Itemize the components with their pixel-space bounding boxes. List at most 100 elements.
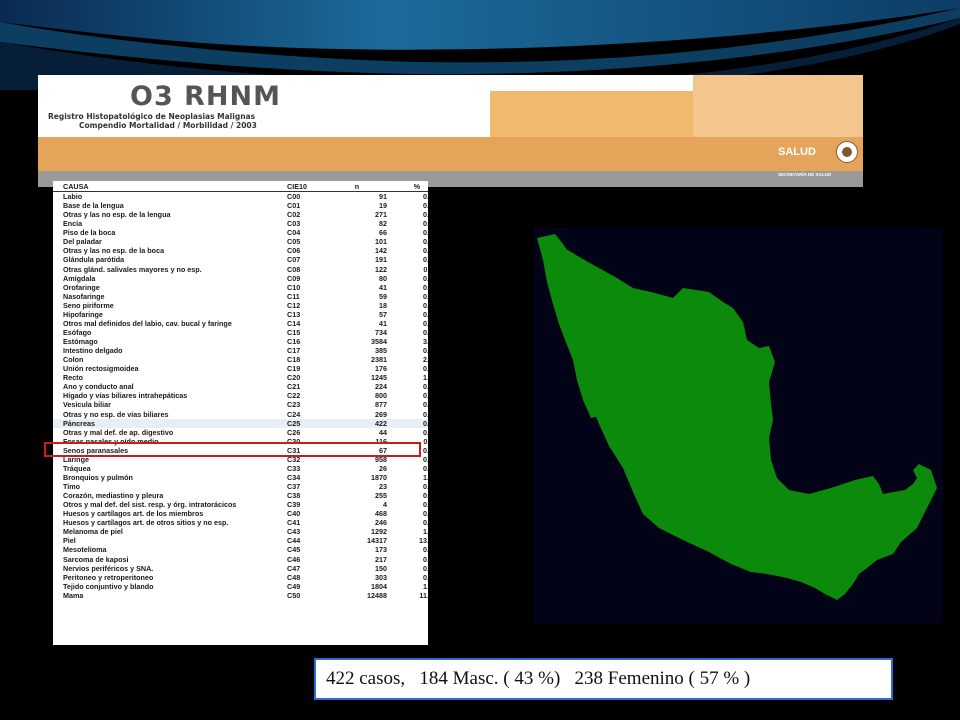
cell-n: 57 bbox=[379, 309, 387, 319]
cell-percent: 0.24 bbox=[423, 409, 428, 419]
table-row: Hígado y vías biliares intrahepáticas C22… bbox=[53, 391, 428, 400]
cell-n: 1870 bbox=[371, 472, 387, 482]
cell-cie10: C16 bbox=[287, 337, 301, 347]
cell-n: 91 bbox=[379, 192, 387, 202]
cell-n: 41 bbox=[379, 318, 387, 328]
table-row: Recto C20 1245 1.13 bbox=[53, 373, 428, 382]
cell-cie10: C40 bbox=[287, 509, 301, 519]
cell-percent: 0.09 bbox=[423, 237, 428, 247]
cell-percent: 0.35 bbox=[423, 346, 428, 356]
cell-causa: Encía bbox=[63, 219, 83, 229]
cell-n: 217 bbox=[375, 554, 387, 564]
cell-n: 142 bbox=[375, 246, 387, 256]
cell-causa: Otros y mal def. del sist. resp. y órg. … bbox=[63, 500, 237, 510]
col-header-causa: CAUSA bbox=[63, 181, 89, 191]
mexico-seal-icon bbox=[836, 141, 858, 163]
cell-percent: 1.13 bbox=[423, 373, 428, 383]
cell-percent: 0.80 bbox=[423, 400, 428, 410]
table-row: Huesos y cartílagos art. de los miembros… bbox=[53, 509, 428, 518]
cell-percent: 2.16 bbox=[423, 355, 428, 365]
table-row: Colon C18 2381 2.16 bbox=[53, 355, 428, 364]
cell-percent: 3.26 bbox=[423, 337, 428, 347]
cell-causa: Intestino delgado bbox=[63, 346, 123, 356]
cell-cie10: C07 bbox=[287, 255, 301, 265]
cell-n: 23 bbox=[379, 482, 387, 492]
table-row: Huesos y cartílagos art. de otros sitios… bbox=[53, 518, 428, 527]
cell-percent: 0.28 bbox=[423, 572, 428, 582]
cell-n: 3584 bbox=[371, 337, 387, 347]
cell-n: 14317 bbox=[367, 536, 387, 546]
cell-percent: 0.05 bbox=[423, 291, 428, 301]
table-row: Labio C00 91 0.08 bbox=[53, 192, 428, 202]
cell-percent: 0.02 bbox=[423, 201, 428, 211]
cell-n: 122 bbox=[375, 264, 387, 274]
table-row: Tejido conjuntivo y blando C49 1804 1.64 bbox=[53, 582, 428, 591]
cell-percent: 0.04 bbox=[423, 427, 428, 437]
cell-percent: 0.16 bbox=[423, 364, 428, 374]
cell-cie10: C12 bbox=[287, 300, 301, 310]
cell-causa: Hígado y vías biliares intrahepáticas bbox=[63, 391, 188, 401]
cell-n: 59 bbox=[379, 291, 387, 301]
cell-cie10: C15 bbox=[287, 327, 301, 337]
cell-n: 101 bbox=[375, 237, 387, 247]
cell-cie10: C01 bbox=[287, 201, 301, 211]
table-row: Mesotelioma C45 173 0.16 bbox=[53, 545, 428, 554]
cell-percent: 0.16 bbox=[423, 545, 428, 555]
cell-causa: Tejido conjuntivo y blando bbox=[63, 581, 154, 591]
cell-causa: Huesos y cartílagos art. de otros sitios… bbox=[63, 518, 229, 528]
cell-causa: Unión rectosigmoidea bbox=[63, 364, 139, 374]
table-row: Piel C44 14317 13.00 bbox=[53, 536, 428, 545]
table-row: Esófago C15 734 0.67 bbox=[53, 328, 428, 337]
cell-n: 26 bbox=[379, 463, 387, 473]
table-header-row: CAUSA CIE10 n % bbox=[53, 181, 428, 192]
cell-percent: 1.64 bbox=[423, 581, 428, 591]
table-row: Otras y las no esp. de la boca C06 142 0.13 bbox=[53, 246, 428, 255]
cell-n: 44 bbox=[379, 427, 387, 437]
cell-n: 41 bbox=[379, 282, 387, 292]
cell-n: 173 bbox=[375, 545, 387, 555]
table-row: Otros y mal def. del sist. resp. y órg. … bbox=[53, 500, 428, 509]
cell-cie10: C14 bbox=[287, 318, 301, 328]
cell-percent: 0.11 bbox=[423, 264, 428, 274]
cell-n: 19 bbox=[379, 201, 387, 211]
cell-cie10: C43 bbox=[287, 527, 301, 537]
cell-cie10: C48 bbox=[287, 572, 301, 582]
table-row: Otras glánd. salivales mayores y no esp.… bbox=[53, 265, 428, 274]
table-row: Nervios periféricos y SNA. C47 150 0.14 bbox=[53, 564, 428, 573]
cell-causa: Otras y las no esp. de la lengua bbox=[63, 210, 171, 220]
cell-cie10: C26 bbox=[287, 427, 301, 437]
cell-percent: 0.13 bbox=[423, 246, 428, 256]
cell-cie10: C06 bbox=[287, 246, 301, 256]
cell-percent: 0.02 bbox=[423, 482, 428, 492]
cell-n: 246 bbox=[375, 518, 387, 528]
cell-causa: Huesos y cartílagos art. de los miembros bbox=[63, 509, 204, 519]
cell-cie10: C23 bbox=[287, 400, 301, 410]
cell-n: 1245 bbox=[371, 373, 387, 383]
cell-causa: Estómago bbox=[63, 337, 98, 347]
cell-n: 176 bbox=[375, 364, 387, 374]
cell-cie10: C04 bbox=[287, 228, 301, 238]
cell-cie10: C50 bbox=[287, 590, 301, 600]
cell-percent: 0.00 bbox=[423, 500, 428, 510]
table-row: Encía C03 82 0.07 bbox=[53, 219, 428, 228]
table-row: Amígdala C09 80 0.07 bbox=[53, 274, 428, 283]
cell-n: 877 bbox=[375, 400, 387, 410]
table-row: PáncreasC254220.38 bbox=[53, 418, 428, 428]
cell-cie10: C09 bbox=[287, 273, 301, 283]
col-header-percent: % bbox=[413, 181, 421, 191]
cell-causa: Seno piriforme bbox=[63, 300, 114, 310]
cell-cie10: C08 bbox=[287, 264, 301, 274]
cell-causa: Nervios periféricos y SNA. bbox=[63, 563, 154, 573]
cell-percent: 0.02 bbox=[423, 463, 428, 473]
cell-causa: Glándula parótida bbox=[63, 255, 125, 265]
cancer-cases-table-panel: CAUSA CIE10 n % LabioC00910.08Base de la… bbox=[53, 181, 428, 645]
cell-percent: 0.02 bbox=[423, 300, 428, 310]
cell-causa: Mesotelioma bbox=[63, 545, 107, 555]
table-row: Intestino delgado C17 385 0.35 bbox=[53, 346, 428, 355]
table-row: Otras y no esp. de vías biliares C24 269 0.… bbox=[53, 410, 428, 419]
table-row: Melanoma de piel C43 1292 1.17 bbox=[53, 527, 428, 536]
cell-cie10: C18 bbox=[287, 355, 301, 365]
cell-causa: Orofaringe bbox=[63, 282, 100, 292]
cell-cie10: C13 bbox=[287, 309, 301, 319]
table-row: Seno piriforme C12 18 0.02 bbox=[53, 301, 428, 310]
